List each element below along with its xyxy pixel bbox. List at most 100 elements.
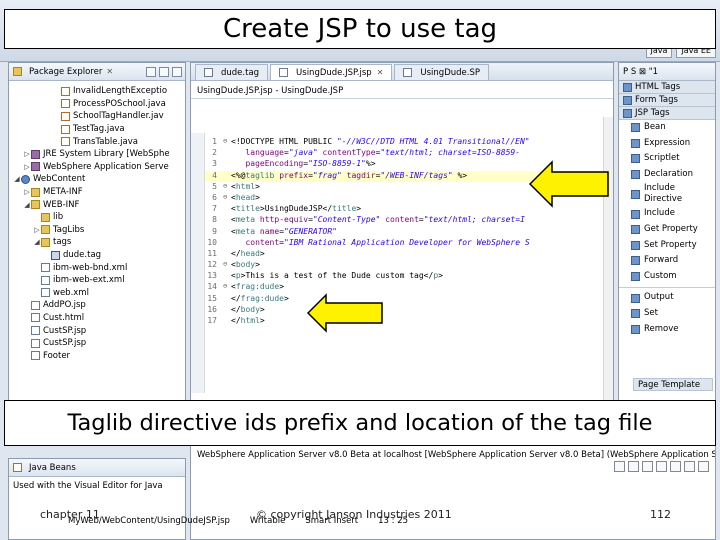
fold-toggle-icon[interactable]: ⊖ xyxy=(223,282,231,293)
code-line[interactable]: 14 ⊖ <frag:dude> xyxy=(205,282,605,293)
java-beans-message: Used with the Visual Editor for Java xyxy=(13,481,163,491)
code-line[interactable]: 12 ⊖ <body> xyxy=(205,260,605,271)
collapse-all-icon[interactable] xyxy=(146,66,156,77)
stop-icon[interactable] xyxy=(614,461,625,472)
line-number: 3 xyxy=(212,159,217,169)
tree-item[interactable]: Footer xyxy=(9,349,185,362)
tree-item[interactable]: SchoolTagHandler.jav xyxy=(9,110,185,123)
tree-item[interactable]: lib xyxy=(9,211,185,224)
code-line[interactable]: 2 language="java" contentType="text/html… xyxy=(205,148,605,159)
remove-all-icon[interactable] xyxy=(642,461,653,472)
fold-toggle-icon xyxy=(223,171,231,182)
code-line[interactable]: 16 </body> xyxy=(205,305,605,316)
java-beans-tab[interactable]: Java Beans xyxy=(9,459,185,477)
palette-drawer[interactable]: JSP Tags xyxy=(619,107,715,120)
tree-item[interactable]: ▷ JRE System Library [WebSphe xyxy=(9,148,185,161)
fold-toggle-icon[interactable]: ⊖ xyxy=(223,260,231,271)
view-menu-icon[interactable] xyxy=(172,66,182,77)
palette-item[interactable]: Include Directive xyxy=(619,182,715,206)
palette-item-icon xyxy=(631,324,640,334)
palette-item[interactable]: Get Property xyxy=(619,222,715,238)
tree-item[interactable]: TransTable.java xyxy=(9,135,185,148)
scroll-lock-icon[interactable] xyxy=(656,461,667,472)
palette-item[interactable]: Expression xyxy=(619,136,715,152)
code-line[interactable]: 9 <meta name="GENERATOR" xyxy=(205,227,605,238)
file-icon xyxy=(204,68,213,77)
code-line[interactable]: 10 content="IBM Rational Application Dev… xyxy=(205,238,605,249)
palette-item-icon xyxy=(631,189,640,199)
tree-item[interactable]: ◢ WebContent xyxy=(9,173,185,186)
palette-item-icon xyxy=(631,138,640,148)
tree-expand-icon[interactable]: ◢ xyxy=(33,238,41,246)
tree-item[interactable]: ▷ META-INF xyxy=(9,186,185,199)
palette-item[interactable]: Set xyxy=(619,306,715,322)
palette-drawer[interactable]: Form Tags xyxy=(619,94,715,107)
tree-item[interactable]: ▷ TagLibs xyxy=(9,224,185,237)
server-entry[interactable]: WebSphere Application Server v8.0 Beta a… xyxy=(191,447,715,462)
palette-item[interactable]: Include xyxy=(619,206,715,222)
tree-item-label: ProcessPOSchool.java xyxy=(73,98,166,109)
tree-item-label: TestTag.java xyxy=(73,124,125,135)
tree-item[interactable]: dude.tag xyxy=(9,249,185,262)
java-beans-label: Java Beans xyxy=(29,462,76,473)
tree-item[interactable]: InvalidLengthExceptio xyxy=(9,85,185,98)
tree-item[interactable]: ◢ WEB-INF xyxy=(9,198,185,211)
tree-item-label: tags xyxy=(53,237,72,248)
tree-expand-icon[interactable]: ◢ xyxy=(23,201,31,209)
close-icon[interactable]: ✕ xyxy=(377,68,384,77)
close-icon[interactable]: ✕ xyxy=(106,67,113,76)
fold-toggle-icon[interactable]: ⊖ xyxy=(223,182,231,193)
package-explorer-tab[interactable]: Package Explorer ✕ xyxy=(9,63,185,81)
code-line[interactable]: 15 </frag:dude> xyxy=(205,294,605,305)
editor-tab[interactable]: UsingDude.SP xyxy=(394,64,489,80)
tree-item[interactable]: ibm-web-ext.xml xyxy=(9,274,185,287)
tree-item[interactable]: ▷ WebSphere Application Serve xyxy=(9,161,185,174)
palette-item[interactable]: Set Property xyxy=(619,238,715,254)
tree-item[interactable]: CustSP.jsp xyxy=(9,324,185,337)
fold-toggle-icon xyxy=(223,148,231,159)
palette-item[interactable]: Custom xyxy=(619,269,715,285)
palette-item[interactable]: Forward xyxy=(619,253,715,269)
palette-item-icon xyxy=(631,240,640,250)
tree-item[interactable]: ProcessPOSchool.java xyxy=(9,98,185,111)
tree-item-label: TransTable.java xyxy=(73,136,138,147)
editor-tab[interactable]: UsingDude.JSP.jsp ✕ xyxy=(270,64,393,80)
new-console-icon[interactable] xyxy=(698,461,709,472)
link-editor-icon[interactable] xyxy=(159,66,169,77)
tree-expand-icon[interactable]: ▷ xyxy=(23,150,31,158)
remove-launch-icon[interactable] xyxy=(628,461,639,472)
tree-expand-icon[interactable]: ▷ xyxy=(23,163,31,171)
palette-drawer[interactable]: HTML Tags xyxy=(619,81,715,94)
code-line[interactable]: 1 ⊖ <!DOCTYPE HTML PUBLIC "-//W3C//DTD HTM… xyxy=(205,137,605,148)
tree-item[interactable]: CustSP.jsp xyxy=(9,337,185,350)
tree-expand-icon[interactable]: ▷ xyxy=(23,188,31,196)
tree-item-label: CustSP.jsp xyxy=(43,325,87,336)
code-line[interactable]: 11 </head> xyxy=(205,249,605,260)
fold-toggle-icon xyxy=(223,249,231,260)
pin-icon[interactable] xyxy=(670,461,681,472)
tree-item[interactable]: TestTag.java xyxy=(9,123,185,136)
fold-toggle-icon xyxy=(223,204,231,215)
tree-item[interactable]: ibm-web-bnd.xml xyxy=(9,261,185,274)
tree-item[interactable]: Cust.html xyxy=(9,312,185,325)
code-line[interactable]: 8 <meta http-equiv="Content-Type" content… xyxy=(205,215,605,226)
palette-item[interactable]: Remove xyxy=(619,322,715,338)
tree-expand-icon[interactable]: ▷ xyxy=(33,226,41,234)
editor-tab[interactable]: dude.tag xyxy=(195,64,269,80)
fold-toggle-icon[interactable]: ⊖ xyxy=(223,193,231,204)
tree-item[interactable]: web.xml xyxy=(9,287,185,300)
tree-item[interactable]: AddPO.jsp xyxy=(9,299,185,312)
slide-title: Create JSP to use tag xyxy=(222,14,498,44)
fold-toggle-icon[interactable]: ⊖ xyxy=(223,137,231,148)
palette-item[interactable]: Declaration xyxy=(619,167,715,183)
tree-expand-icon[interactable]: ◢ xyxy=(13,175,21,183)
java-file-icon xyxy=(61,86,70,96)
code-line[interactable]: 17 </html> xyxy=(205,316,605,327)
tree-item[interactable]: ◢ tags xyxy=(9,236,185,249)
display-console-icon[interactable] xyxy=(684,461,695,472)
code-line[interactable]: 13 <p>This is a test of the Dude custom t… xyxy=(205,271,605,282)
palette-item[interactable]: Bean xyxy=(619,120,715,136)
palette-drawer-page-template[interactable]: Page Template xyxy=(633,378,713,391)
palette-item[interactable]: Scriptlet xyxy=(619,151,715,167)
palette-item[interactable]: Output xyxy=(619,290,715,306)
